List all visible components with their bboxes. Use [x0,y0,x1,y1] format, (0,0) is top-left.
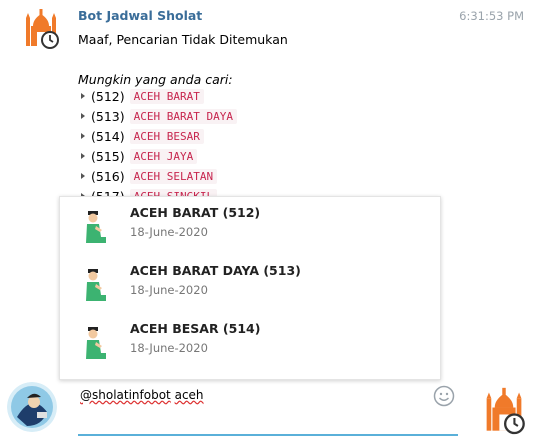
result-date: 18-June-2020 [130,283,208,297]
suggestion-id: (514) [91,128,125,144]
result-title: ACEH BARAT DAYA (513) [130,263,301,278]
suggestion-item: (513) ACEH BARAT DAYA [78,106,378,126]
bullet-triangle-icon [81,153,85,159]
suggestion-item: (512) ACEH BARAT [78,86,378,106]
message-timestamp: 6:31:53 PM [459,9,524,23]
message-error-text: Maaf, Pencarian Tidak Ditemukan [78,32,288,47]
message-body: Maaf, Pencarian Tidak Ditemukan Mungkin … [78,30,288,90]
user-avatar[interactable] [7,382,57,432]
bot-avatar-mosque-clock-icon[interactable] [22,8,60,50]
bullet-triangle-icon [81,113,85,119]
bullet-triangle-icon [81,93,85,99]
inline-result-item[interactable]: ACEH BESAR (514) 18-June-2020 [60,313,440,371]
input-query: aceh [174,388,204,402]
inline-bot-mosque-clock-icon[interactable] [482,386,526,436]
result-date: 18-June-2020 [130,341,208,355]
inline-result-item[interactable]: ACEH BARAT DAYA (513) 18-June-2020 [60,255,440,313]
praying-man-icon [86,327,106,359]
praying-man-icon [86,211,106,243]
bullet-triangle-icon [81,133,85,139]
suggestion-item: (516) ACEH SELATAN [78,166,378,186]
inline-result-item[interactable]: ACEH BARAT (512) 18-June-2020 [60,197,440,255]
praying-man-icon [86,269,106,301]
suggestion-item: (515) ACEH JAYA [78,146,378,166]
message-input-text: @sholatinfobot aceh [80,388,204,402]
inline-results-dropdown: ACEH BARAT (512) 18-June-2020 ACEH BARAT… [59,196,441,380]
message-input[interactable]: @sholatinfobot aceh [78,384,458,436]
suggestion-name: ACEH BARAT DAYA [129,108,237,124]
suggestion-id: (515) [91,148,125,164]
bullet-triangle-icon [81,173,85,179]
suggestion-list: (512) ACEH BARAT (513) ACEH BARAT DAYA (… [78,86,378,200]
smiley-icon[interactable] [433,385,455,407]
message-sender-name[interactable]: Bot Jadwal Sholat [78,8,202,23]
user-avatar-image [7,382,57,432]
result-title: ACEH BARAT (512) [130,205,261,220]
suggestion-id: (512) [91,88,125,104]
result-date: 18-June-2020 [130,225,208,239]
suggestion-name: ACEH BESAR [129,128,204,144]
suggestion-id: (513) [91,108,125,124]
suggestion-name: ACEH BARAT [129,88,204,104]
suggestion-id: (516) [91,168,125,184]
input-mention: @sholatinfobot [80,388,171,402]
suggestion-name: ACEH JAYA [129,148,198,164]
suggestion-name: ACEH SELATAN [129,168,218,184]
result-title: ACEH BESAR (514) [130,321,261,336]
suggestion-item: (514) ACEH BESAR [78,126,378,146]
